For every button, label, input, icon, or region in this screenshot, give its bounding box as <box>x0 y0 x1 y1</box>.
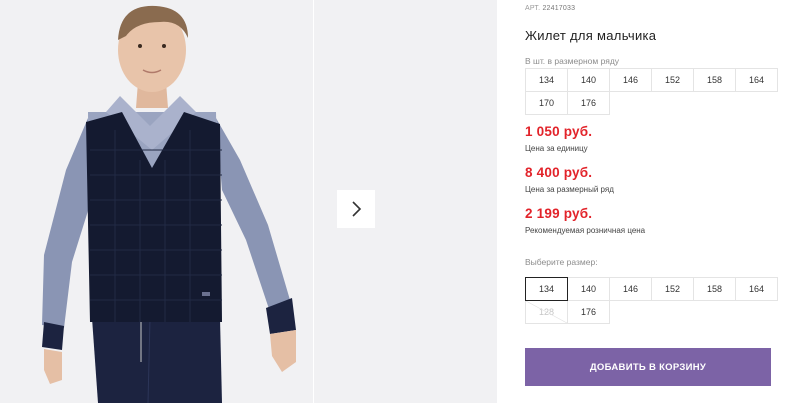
product-photo[interactable] <box>0 0 313 403</box>
size-row-cell: 146 <box>609 68 652 92</box>
size-row-grid: 134 140 146 152 158 164 170 176 <box>525 68 778 115</box>
size-option-selected[interactable]: 134 <box>525 277 568 301</box>
retail-price-note: Рекомендуемая розничная цена <box>525 226 646 235</box>
size-option[interactable]: 152 <box>651 277 694 301</box>
article-label: АРТ. <box>525 5 541 12</box>
size-option[interactable]: 176 <box>567 300 610 324</box>
unit-price: 1 050 руб. <box>525 124 593 139</box>
size-select-grid: 134 140 146 152 158 164 128 176 <box>525 277 778 324</box>
size-select-label: Выберите размер: <box>525 257 598 267</box>
size-option[interactable]: 158 <box>693 277 736 301</box>
article-number: АРТ. 22417033 <box>525 5 575 12</box>
size-row-cell: 170 <box>525 91 568 115</box>
product-image <box>0 0 313 403</box>
size-row-label: В шт. в размерном ряду <box>525 56 620 66</box>
unit-price-note: Цена за единицу <box>525 144 588 153</box>
size-option[interactable]: 140 <box>567 277 610 301</box>
product-title: Жилет для мальчика <box>525 28 657 43</box>
size-option[interactable]: 164 <box>735 277 778 301</box>
size-row-cell: 134 <box>525 68 568 92</box>
next-image-button[interactable] <box>337 190 375 228</box>
row-price: 8 400 руб. <box>525 165 593 180</box>
row-price-note: Цена за размерный ряд <box>525 185 614 194</box>
size-row-cell: 176 <box>567 91 610 115</box>
size-option-unavailable: 128 <box>525 300 568 324</box>
size-row-cell: 140 <box>567 68 610 92</box>
size-row-cell: 152 <box>651 68 694 92</box>
chevron-right-icon <box>352 201 362 217</box>
add-to-cart-button[interactable]: ДОБАВИТЬ В КОРЗИНУ <box>525 348 771 386</box>
retail-price: 2 199 руб. <box>525 206 593 221</box>
article-value: 22417033 <box>542 5 576 12</box>
size-option[interactable]: 146 <box>609 277 652 301</box>
size-row-cell: 158 <box>693 68 736 92</box>
size-row-cell: 164 <box>735 68 778 92</box>
